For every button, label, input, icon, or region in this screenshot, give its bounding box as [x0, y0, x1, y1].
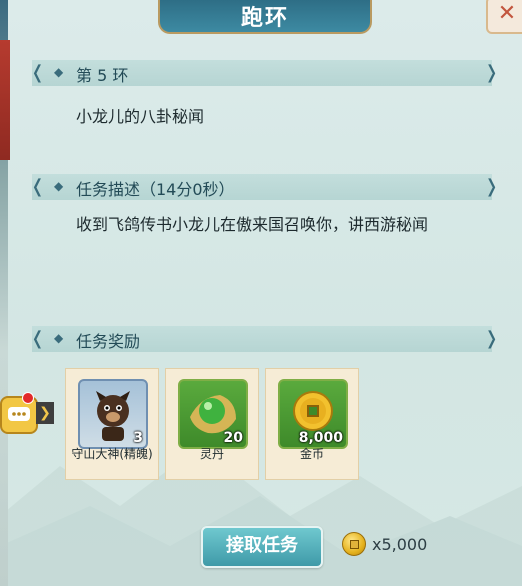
notification-dot: [22, 392, 34, 404]
bracket-left-icon: ❬: [30, 62, 46, 83]
description-header: ❬ ◆ 任务描述（14分0秒） ❭: [30, 174, 500, 200]
reward-item-gold[interactable]: 8,000 金币: [265, 368, 359, 480]
cost-display: x5,000: [342, 532, 427, 556]
reward-name: 守山大神(精魄): [71, 447, 153, 461]
reward-count: 8,000: [298, 430, 343, 446]
reward-item-elixir[interactable]: 20 灵丹: [165, 368, 259, 480]
description-content: 收到飞鸽传书小龙儿在傲来国召唤你，讲西游秘闻: [76, 215, 429, 234]
chat-button[interactable]: [0, 392, 38, 434]
bracket-right-icon: ❭: [484, 328, 500, 349]
expand-arrow-icon[interactable]: ❯: [36, 402, 54, 424]
gold-coin-icon: 8,000: [278, 379, 348, 449]
reward-item-spirit[interactable]: 3 守山大神(精魄): [65, 368, 159, 480]
diamond-icon: ◆: [54, 331, 64, 345]
left-flag-decoration: [0, 40, 10, 160]
spirit-dog-icon: 3: [78, 379, 148, 449]
bracket-left-icon: ❬: [30, 328, 46, 349]
reward-name: 金币: [299, 447, 324, 461]
ring-header: ❬ ◆ 第 5 环 ❭: [30, 60, 500, 86]
bracket-right-icon: ❭: [484, 62, 500, 83]
bracket-left-icon: ❬: [30, 176, 46, 197]
window-title: 跑环: [240, 6, 289, 31]
gold-coin-icon: [342, 532, 366, 556]
reward-count: 3: [133, 430, 143, 446]
rewards-label: 任务奖励: [76, 332, 141, 351]
reward-name: 灵丹: [199, 447, 224, 461]
description-label: 任务描述（14分0秒）: [76, 180, 235, 199]
rewards-header: ❬ ◆ 任务奖励 ❭: [30, 326, 500, 352]
diamond-icon: ◆: [54, 65, 64, 79]
diamond-icon: ◆: [54, 179, 64, 193]
reward-count: 20: [223, 430, 243, 446]
ring-content: 小龙儿的八卦秘闻: [76, 107, 205, 126]
ring-label: 第 5 环: [76, 66, 129, 85]
cost-amount: x5,000: [372, 534, 428, 554]
close-button[interactable]: ✕: [486, 0, 522, 34]
task-panel: [0, 0, 522, 586]
title-banner: 跑环: [158, 0, 372, 34]
elixir-icon: 20: [178, 379, 248, 449]
accept-task-button[interactable]: 接取任务: [201, 526, 323, 568]
bracket-right-icon: ❭: [484, 176, 500, 197]
close-icon: ✕: [497, 1, 517, 26]
